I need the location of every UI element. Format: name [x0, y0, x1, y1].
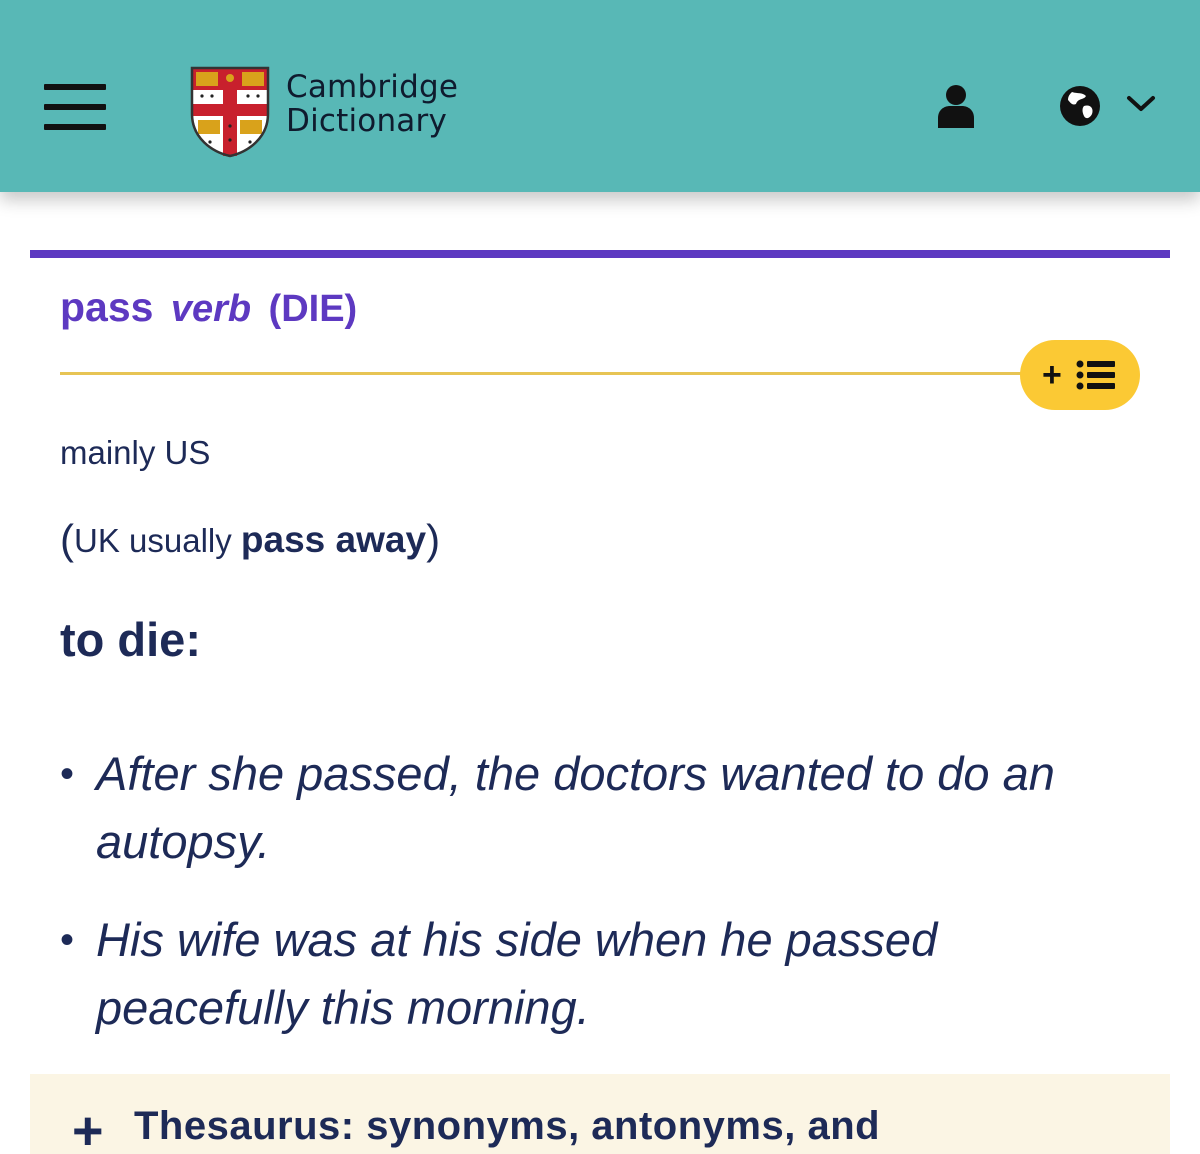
variant-usage: usually: [129, 522, 232, 559]
language-selector[interactable]: [1056, 84, 1160, 130]
site-logo[interactable]: Cambridge Dictionary: [190, 66, 490, 158]
bullet: •: [60, 752, 75, 796]
logo-line-1: Cambridge: [286, 69, 459, 105]
logo-line-2: Dictionary: [286, 103, 447, 139]
globe-icon: [1060, 86, 1100, 126]
example-text: His wife was at his side when he passed …: [96, 913, 938, 1034]
example-item: • After she passed, the doctors wanted t…: [60, 740, 1140, 876]
bullet: •: [60, 918, 75, 962]
thesaurus-toggle[interactable]: + Thesaurus: synonyms, antonyms, and: [30, 1074, 1170, 1154]
list-icon: [1076, 360, 1115, 390]
region-label: mainly US: [60, 434, 211, 471]
variant-term: pass away: [240, 519, 427, 560]
example-list: • After she passed, the doctors wanted t…: [60, 740, 1140, 1072]
cambridge-crest-icon: [190, 66, 270, 158]
entry-headword: pass verb (DIE): [60, 284, 357, 331]
part-of-speech: verb: [170, 288, 252, 330]
logo-wordmark: Cambridge Dictionary: [286, 70, 458, 138]
add-to-word-list-button[interactable]: +: [1020, 340, 1140, 410]
variant-region: UK: [74, 522, 120, 559]
user-icon[interactable]: [936, 84, 976, 128]
chevron-down-icon: [1127, 96, 1155, 111]
sense-divider: [60, 372, 1060, 375]
variant-close-paren: ): [426, 516, 441, 563]
site-header: Cambridge Dictionary: [0, 0, 1200, 192]
example-item: • His wife was at his side when he passe…: [60, 906, 1140, 1042]
hamburger-menu-icon[interactable]: [44, 84, 106, 130]
plus-icon: +: [1042, 356, 1062, 394]
variant-open-paren: (: [60, 516, 74, 563]
thesaurus-label: Thesaurus: synonyms, antonyms, and: [134, 1104, 881, 1148]
expand-plus-icon: +: [72, 1101, 104, 1154]
definition-text: to die:: [60, 613, 201, 666]
entry-divider: [30, 250, 1170, 258]
guide-word: (DIE): [268, 288, 358, 330]
headword-text: pass: [60, 284, 154, 330]
entry-content: pass verb (DIE) + mainly US (UK usually …: [30, 250, 1170, 1154]
example-text: After she passed, the doctors wanted to …: [96, 747, 1055, 868]
variant-note: (UK usually pass away): [60, 516, 440, 564]
